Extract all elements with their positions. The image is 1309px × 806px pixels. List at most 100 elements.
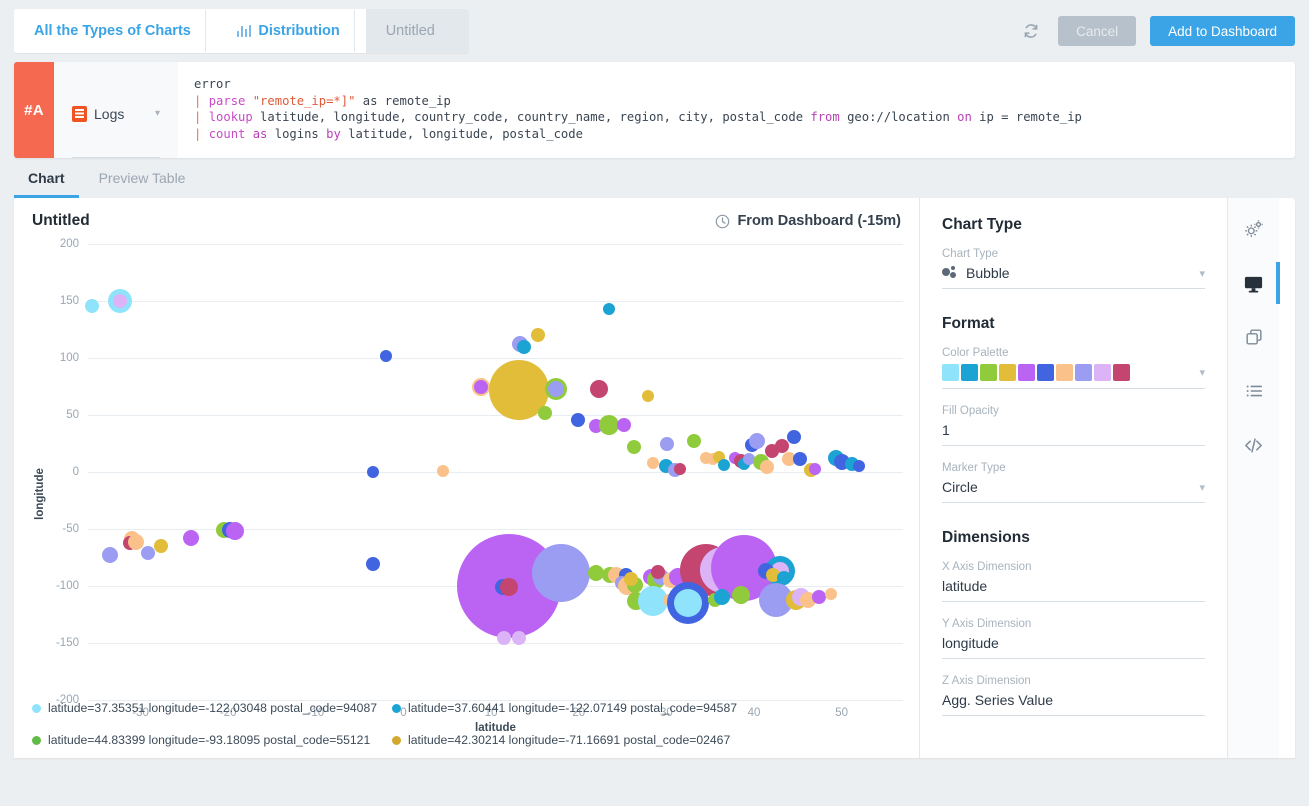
field-x-axis: X Axis Dimension latitude xyxy=(942,561,1205,602)
legend-item[interactable]: latitude=44.83399 longitude=-93.18095 po… xyxy=(32,733,392,747)
data-point[interactable] xyxy=(141,546,155,560)
tab-chart[interactable]: Chart xyxy=(14,170,79,198)
data-point[interactable] xyxy=(812,590,826,604)
data-point[interactable] xyxy=(366,557,380,571)
data-point[interactable] xyxy=(627,440,641,454)
y-axis-tick: 0 xyxy=(73,466,79,478)
data-point[interactable] xyxy=(474,380,488,394)
breadcrumb-label: All the Types of Charts xyxy=(34,23,191,39)
data-point[interactable] xyxy=(538,406,552,420)
page-title: Untitled xyxy=(32,212,90,230)
color-palette-select[interactable]: ▾ xyxy=(942,364,1205,389)
color-swatch xyxy=(961,364,978,381)
data-point[interactable] xyxy=(760,460,774,474)
breadcrumb-label: Distribution xyxy=(258,23,339,39)
field-chart-type: Chart Type Bubble ▾ xyxy=(942,248,1205,289)
data-point[interactable] xyxy=(183,530,199,546)
data-point[interactable] xyxy=(226,522,244,540)
data-point[interactable] xyxy=(437,465,449,477)
y-axis-tick: 200 xyxy=(60,238,79,250)
options-scroll: Chart Type Chart Type Bubble ▾ Format Co… xyxy=(920,198,1227,758)
y-axis-tick: -100 xyxy=(56,580,79,592)
marker-type-select[interactable]: Circle ▾ xyxy=(942,479,1205,503)
z-axis-value: Agg. Series Value xyxy=(942,692,1053,708)
time-range[interactable]: From Dashboard (-15m) xyxy=(715,213,901,229)
data-point[interactable] xyxy=(825,588,837,600)
field-fill-opacity: Fill Opacity 1 xyxy=(942,405,1205,446)
data-point[interactable] xyxy=(674,463,686,475)
data-point[interactable] xyxy=(749,433,765,449)
data-point[interactable] xyxy=(714,589,730,605)
data-point[interactable] xyxy=(548,381,564,397)
data-point[interactable] xyxy=(624,572,638,586)
data-point[interactable] xyxy=(674,589,702,617)
data-point[interactable] xyxy=(617,418,631,432)
data-point[interactable] xyxy=(642,390,654,402)
data-point[interactable] xyxy=(517,340,531,354)
y-axis-input[interactable]: longitude xyxy=(942,635,1205,659)
chevron-down-icon: ▾ xyxy=(155,108,160,119)
data-point[interactable] xyxy=(603,303,615,315)
breadcrumb-item-untitled[interactable]: Untitled xyxy=(366,9,469,53)
field-label: Y Axis Dimension xyxy=(942,618,1205,630)
data-point[interactable] xyxy=(532,544,590,602)
refresh-icon[interactable] xyxy=(1018,18,1044,44)
field-color-palette: Color Palette ▾ xyxy=(942,347,1205,389)
gears-icon[interactable] xyxy=(1237,212,1271,246)
query-text[interactable]: error | parse "remote_ip=*]" as remote_i… xyxy=(178,62,1295,158)
list-icon[interactable] xyxy=(1237,374,1271,408)
color-swatch xyxy=(1113,364,1130,381)
data-point[interactable] xyxy=(380,350,392,362)
breadcrumb-item-all-charts[interactable]: All the Types of Charts xyxy=(14,9,217,53)
code-icon[interactable] xyxy=(1237,428,1271,462)
add-to-dashboard-button[interactable]: Add to Dashboard xyxy=(1150,16,1295,46)
legend-item[interactable]: latitude=37.60441 longitude=-122.07149 p… xyxy=(392,701,737,715)
data-point[interactable] xyxy=(113,294,127,308)
data-point[interactable] xyxy=(809,463,821,475)
tab-preview-table[interactable]: Preview Table xyxy=(85,170,200,198)
data-point[interactable] xyxy=(775,439,789,453)
data-point[interactable] xyxy=(660,437,674,451)
field-label: Color Palette xyxy=(942,347,1205,359)
data-point[interactable] xyxy=(571,413,585,427)
data-point[interactable] xyxy=(687,434,701,448)
breadcrumb-item-distribution[interactable]: Distribution xyxy=(217,9,366,53)
breadcrumb-label: Untitled xyxy=(386,23,435,39)
monitor-icon[interactable] xyxy=(1237,266,1271,300)
fill-opacity-value: 1 xyxy=(942,422,950,438)
data-point[interactable] xyxy=(512,631,526,645)
cancel-button[interactable]: Cancel xyxy=(1058,16,1136,46)
data-point[interactable] xyxy=(647,457,659,469)
chart-type-select[interactable]: Bubble ▾ xyxy=(942,265,1205,289)
data-point[interactable] xyxy=(531,328,545,342)
data-point[interactable] xyxy=(102,547,118,563)
chart-type-value: Bubble xyxy=(966,265,1010,281)
query-source-label: Logs xyxy=(94,106,124,122)
legend-item[interactable]: latitude=37.35351 longitude=-122.03048 p… xyxy=(32,701,392,715)
chevron-down-icon: ▾ xyxy=(1199,267,1205,280)
legend-label: latitude=44.83399 longitude=-93.18095 po… xyxy=(48,733,370,747)
field-z-axis: Z Axis Dimension Agg. Series Value xyxy=(942,675,1205,716)
query-source-selector[interactable]: Logs ▾ xyxy=(54,62,178,158)
data-point[interactable] xyxy=(85,299,99,313)
data-point[interactable] xyxy=(590,380,608,398)
data-point[interactable] xyxy=(367,466,379,478)
fill-opacity-input[interactable]: 1 xyxy=(942,422,1205,446)
data-point[interactable] xyxy=(154,539,168,553)
legend-item[interactable]: latitude=42.30214 longitude=-71.16691 po… xyxy=(392,733,730,747)
field-label: Z Axis Dimension xyxy=(942,675,1205,687)
x-axis-input[interactable]: latitude xyxy=(942,578,1205,602)
tool-rail xyxy=(1227,198,1279,758)
data-point[interactable] xyxy=(500,578,518,596)
data-point[interactable] xyxy=(787,430,801,444)
gridline xyxy=(88,358,903,359)
field-label: X Axis Dimension xyxy=(942,561,1205,573)
scatter-plot[interactable]: latitude 200150100500-50-100-150-200-30-… xyxy=(88,244,903,700)
data-point[interactable] xyxy=(853,460,865,472)
data-point[interactable] xyxy=(497,631,511,645)
chevron-down-icon: ▾ xyxy=(1199,481,1205,494)
color-swatch xyxy=(942,364,959,381)
z-axis-input[interactable]: Agg. Series Value xyxy=(942,692,1205,716)
layers-icon[interactable] xyxy=(1237,320,1271,354)
data-point[interactable] xyxy=(732,586,750,604)
